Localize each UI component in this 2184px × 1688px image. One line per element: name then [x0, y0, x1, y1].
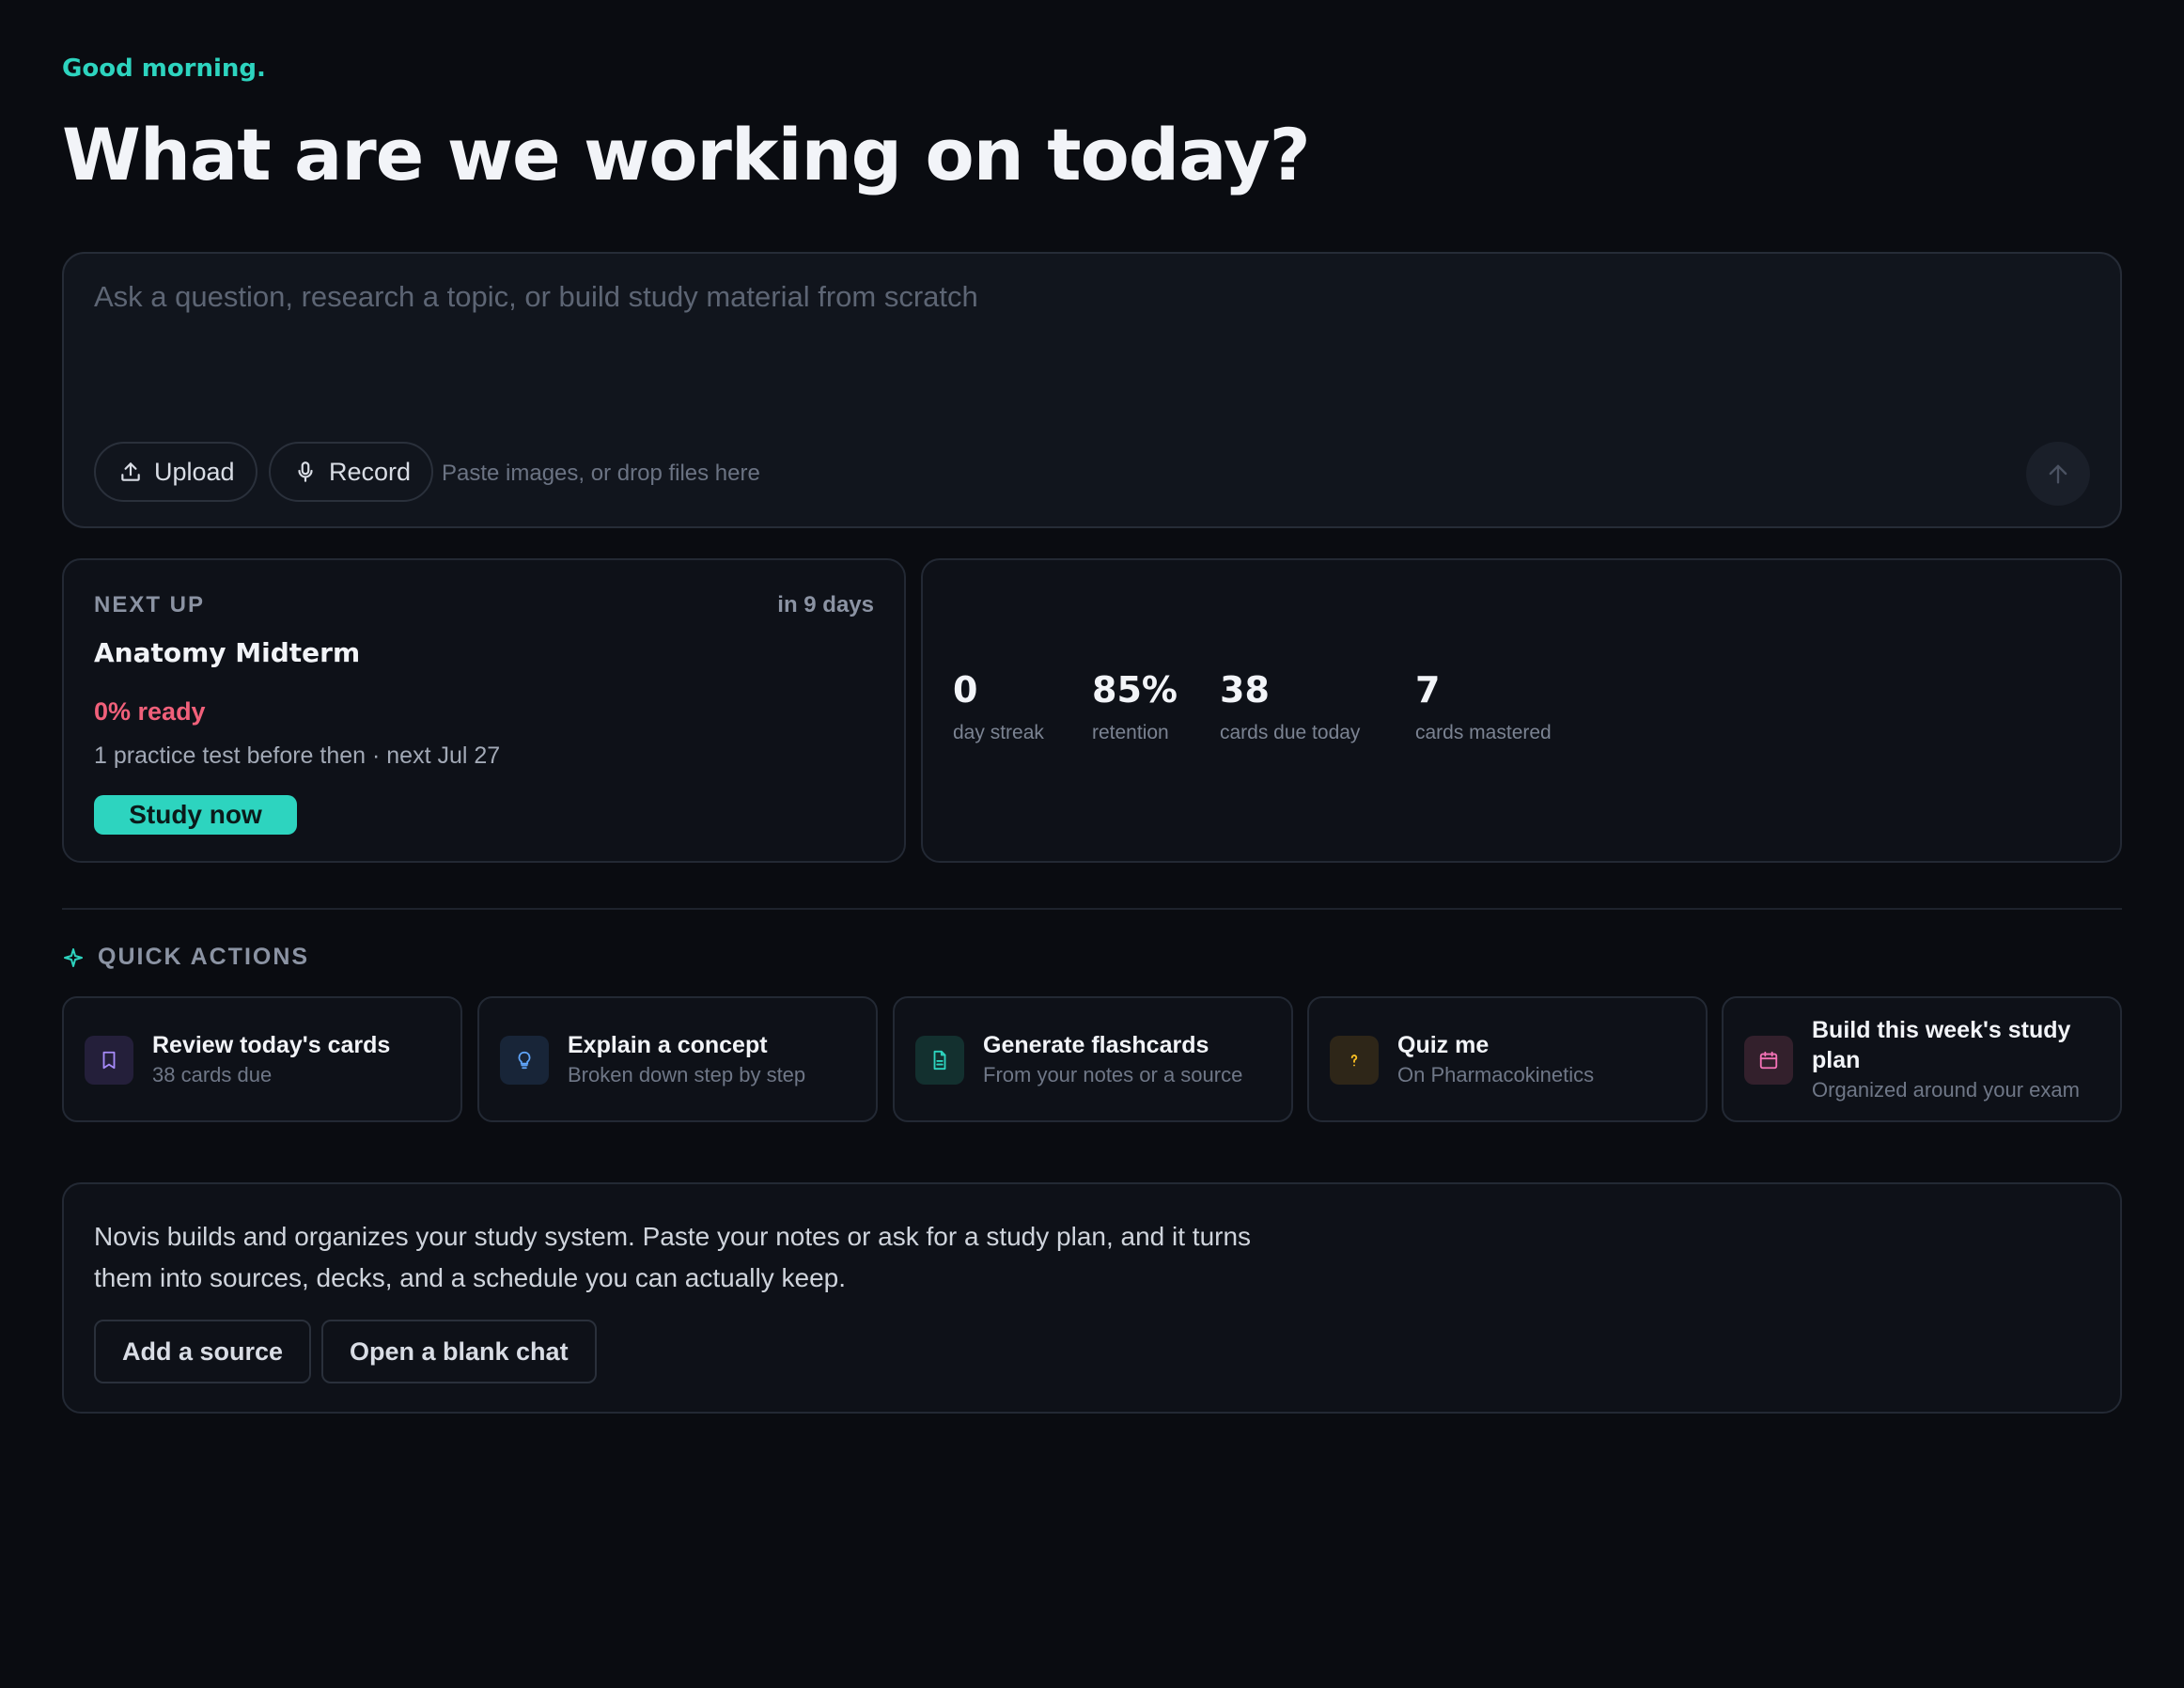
question-icon	[1330, 1036, 1379, 1085]
quick-actions-title: QUICK ACTIONS	[98, 944, 310, 970]
upload-icon	[121, 462, 140, 481]
action-generate-flashcards[interactable]: Generate flashcards From your notes or a…	[893, 996, 1293, 1122]
send-button[interactable]	[2026, 442, 2090, 506]
upload-button[interactable]: Upload	[94, 442, 257, 502]
stat-label: cards due today	[1220, 722, 1361, 743]
prompt-input[interactable]	[94, 280, 2067, 421]
upload-label: Upload	[154, 457, 235, 486]
quick-actions-header: QUICK ACTIONS	[62, 944, 309, 971]
action-explain-concept[interactable]: Explain a concept Broken down step by st…	[477, 996, 878, 1122]
readiness-status: 0% ready	[94, 697, 206, 726]
action-title: Generate flashcards	[983, 1032, 1209, 1058]
info-card: Novis builds and organizes your study sy…	[62, 1182, 2122, 1414]
exam-detail: 1 practice test before then · next Jul 2…	[94, 742, 501, 769]
exam-countdown: in 9 days	[777, 592, 874, 617]
composer: Upload Record Paste images, or drop file…	[62, 252, 2122, 528]
drop-hint: Paste images, or drop files here	[442, 461, 760, 486]
action-subtitle: On Pharmacokinetics	[1397, 1063, 1595, 1086]
document-icon	[915, 1036, 964, 1085]
record-label: Record	[329, 457, 412, 486]
exam-title: Anatomy Midterm	[94, 637, 361, 668]
action-title: Explain a concept	[568, 1032, 768, 1058]
action-subtitle: Organized around your exam	[1812, 1078, 2080, 1102]
info-text: Novis builds and organizes your study sy…	[94, 1222, 1252, 1292]
action-title: Build this week's study plan	[1812, 1017, 2071, 1073]
record-button[interactable]: Record	[269, 442, 434, 502]
stat-value: 0	[953, 669, 978, 711]
action-quiz-me[interactable]: Quiz me On Pharmacokinetics	[1307, 996, 1708, 1122]
add-source-button[interactable]: Add a source	[94, 1320, 312, 1383]
stat-value: 7	[1415, 669, 1441, 711]
stat-value: 85%	[1092, 669, 1178, 711]
action-title: Review today's cards	[152, 1032, 391, 1058]
action-build-study-plan[interactable]: Build this week's study plan Organized a…	[1722, 996, 2122, 1122]
stat-value: 38	[1220, 669, 1270, 711]
microphone-icon	[298, 461, 313, 482]
sparkle-icon	[64, 947, 83, 967]
stats-card: 0 day streak 85% retention 38 cards due …	[921, 558, 2122, 863]
stat-label: cards mastered	[1415, 722, 1552, 743]
stat-label: day streak	[953, 722, 1044, 743]
action-subtitle: From your notes or a source	[983, 1063, 1243, 1086]
page-title: What are we working on today?	[62, 113, 1311, 196]
divider	[62, 908, 2122, 910]
stat-label: retention	[1092, 722, 1169, 743]
calendar-icon	[1744, 1036, 1793, 1085]
stat-cards-due: 38 cards due today	[1220, 669, 1360, 744]
stat-retention: 85% retention	[1092, 669, 1178, 744]
study-now-button[interactable]: Study now	[94, 795, 297, 835]
stat-cards-mastered: 7 cards mastered	[1415, 669, 1552, 744]
action-title: Quiz me	[1397, 1032, 1490, 1058]
bookmark-icon	[85, 1036, 133, 1085]
blank-chat-button[interactable]: Open a blank chat	[321, 1320, 597, 1383]
action-review-cards[interactable]: Review today's cards 38 cards due	[62, 996, 462, 1122]
greeting: Good morning.	[62, 55, 266, 83]
next-up-label: NEXT UP	[94, 592, 206, 617]
action-subtitle: Broken down step by step	[568, 1063, 806, 1086]
next-up-card: NEXT UP in 9 days Anatomy Midterm 0% rea…	[62, 558, 906, 863]
action-subtitle: 38 cards due	[152, 1063, 273, 1086]
lightbulb-icon	[500, 1036, 549, 1085]
arrow-up-icon	[2049, 464, 2067, 484]
stat-day-streak: 0 day streak	[953, 669, 1044, 744]
